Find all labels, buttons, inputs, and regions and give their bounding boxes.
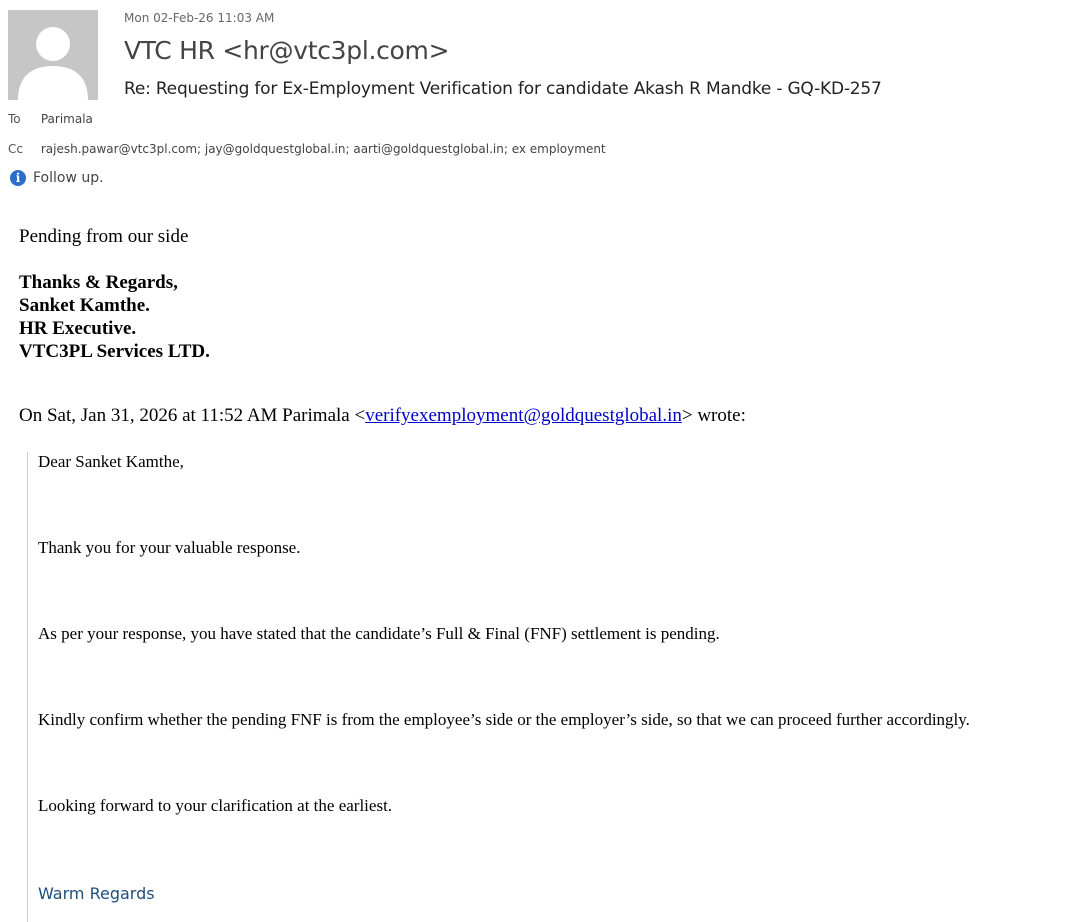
sender-avatar	[8, 10, 98, 100]
email-body: Pending from our side Thanks & Regards, …	[19, 225, 1079, 363]
quoted-paragraph: Kindly confirm whether the pending FNF i…	[38, 710, 970, 729]
signature-line: Sanket Kamthe.	[19, 295, 150, 316]
signature-line: Thanks & Regards,	[19, 272, 178, 293]
followup-text: Follow up.	[33, 170, 104, 186]
signature-line: HR Executive.	[19, 318, 137, 339]
attribution-suffix: > wrote:	[681, 405, 746, 426]
quoted-paragraph: Looking forward to your clarification at…	[38, 796, 393, 815]
email-header: Mon 02-Feb-26 11:03 AM VTC HR <hr@vtc3pl…	[0, 0, 1082, 200]
signature-line: VTC3PL Services LTD.	[19, 341, 210, 362]
to-row: To Parimala	[8, 112, 93, 126]
cc-recipients[interactable]: rajesh.pawar@vtc3pl.com; jay@goldquestgl…	[41, 142, 606, 156]
to-recipient[interactable]: Parimala	[41, 112, 93, 126]
email-link[interactable]: verifyexemployment@goldquestglobal.in	[365, 405, 682, 426]
quoted-paragraph: Thank you for your valuable response.	[38, 538, 301, 557]
cc-row: Cc rajesh.pawar@vtc3pl.com; jay@goldques…	[8, 142, 606, 156]
quoted-closing: Warm Regards	[38, 884, 155, 903]
quoted-greeting: Dear Sanket Kamthe,	[38, 452, 184, 471]
email-subject: Re: Requesting for Ex-Employment Verific…	[124, 79, 882, 99]
sender-name[interactable]: VTC HR <hr@vtc3pl.com>	[124, 36, 450, 65]
quote-attribution: On Sat, Jan 31, 2026 at 11:52 AM Parimal…	[19, 405, 746, 427]
followup-flag: i Follow up.	[10, 170, 104, 186]
quoted-paragraph: As per your response, you have stated th…	[38, 624, 720, 643]
email-date: Mon 02-Feb-26 11:03 AM	[124, 11, 275, 25]
to-label: To	[8, 112, 21, 126]
person-icon	[8, 10, 98, 100]
info-icon: i	[10, 170, 26, 186]
reply-text: Pending from our side	[19, 226, 189, 247]
quoted-message: Dear Sanket Kamthe, Thank you for your v…	[27, 452, 1082, 922]
attribution-prefix: On Sat, Jan 31, 2026 at 11:52 AM Parimal…	[19, 405, 366, 426]
cc-label: Cc	[8, 142, 23, 156]
